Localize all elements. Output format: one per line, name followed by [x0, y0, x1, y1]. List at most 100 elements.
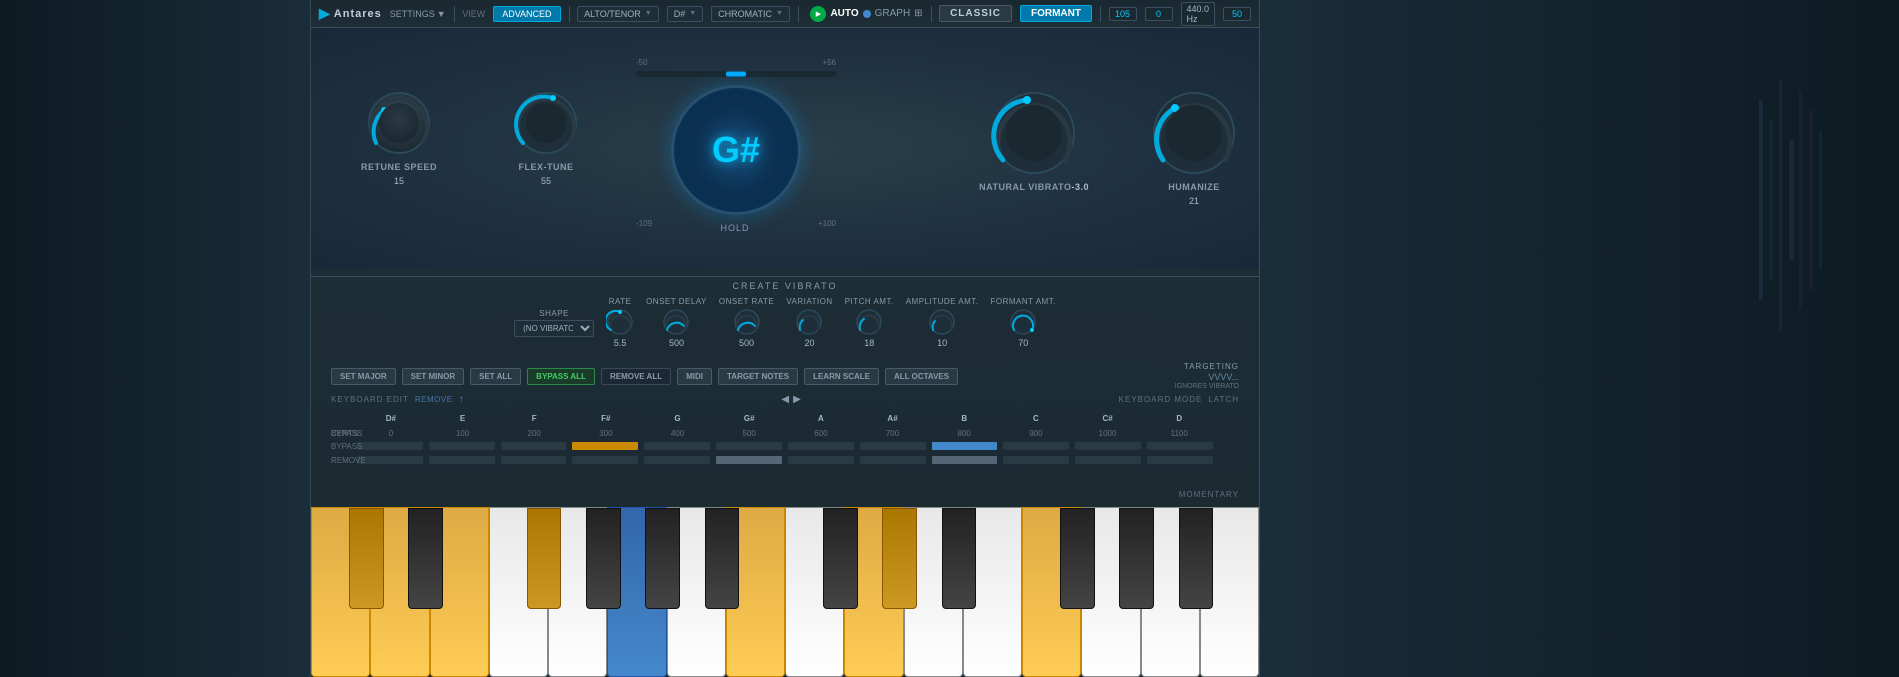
- bypass-2[interactable]: [501, 442, 567, 450]
- retune-speed-knob-wrapper: RETUNE SPEED 15: [361, 88, 437, 186]
- logo-text: Antares: [334, 8, 382, 20]
- vibrato-pitch-amt-control: PITCH AMT. 18: [845, 297, 894, 348]
- black-key-4[interactable]: [645, 508, 679, 609]
- white-key-8[interactable]: [785, 507, 844, 677]
- formant-amt-knob[interactable]: [1009, 308, 1037, 336]
- bypass-6[interactable]: [788, 442, 854, 450]
- remove-6[interactable]: [788, 456, 854, 464]
- bypass-7[interactable]: [860, 442, 926, 450]
- remove-7[interactable]: [860, 456, 926, 464]
- bypass-5[interactable]: [716, 442, 782, 450]
- flex-tune-value: 55: [541, 176, 551, 186]
- settings-button[interactable]: SETTINGS ▼: [390, 9, 446, 19]
- white-key-0[interactable]: [311, 507, 370, 677]
- target-notes-button[interactable]: TARGET NOTES: [718, 368, 798, 385]
- bypass-0[interactable]: [357, 442, 423, 450]
- remove-1[interactable]: [429, 456, 495, 464]
- midi-button[interactable]: MIDI: [677, 368, 712, 385]
- amplitude-amt-knob[interactable]: [928, 308, 956, 336]
- set-major-button[interactable]: SET MAJOR: [331, 368, 396, 385]
- view-label: VIEW: [462, 9, 485, 19]
- scale-dropdown-icon: ▼: [776, 10, 783, 17]
- input-type-dropdown-icon: ▼: [645, 10, 652, 17]
- black-key-9[interactable]: [1060, 508, 1094, 609]
- remove-2[interactable]: [501, 456, 567, 464]
- auto-indicator: [863, 10, 871, 18]
- tab-advanced[interactable]: ADVANCED: [493, 6, 560, 22]
- black-key-7[interactable]: [882, 508, 916, 609]
- vibrato-rate-control: RATE 5.5: [606, 297, 634, 348]
- black-key-10[interactable]: [1119, 508, 1153, 609]
- pitch-amt-label: PITCH AMT.: [845, 297, 894, 306]
- nav-left-button[interactable]: ◀: [781, 394, 789, 405]
- remove-4[interactable]: [644, 456, 710, 464]
- bypass-8[interactable]: [932, 442, 998, 450]
- note-label-0: D#: [355, 414, 427, 423]
- separator-4: [931, 6, 932, 22]
- header-knob1-value: 105: [1109, 7, 1137, 21]
- remove-9[interactable]: [1003, 456, 1069, 464]
- keyboard-remove-button[interactable]: REMOVE: [415, 395, 453, 404]
- header-hz-value: 440.0 Hz: [1181, 2, 1216, 26]
- bypass-row: BYPASS: [311, 440, 1259, 452]
- white-key-12[interactable]: [1022, 507, 1081, 677]
- classic-button[interactable]: CLASSIC: [939, 5, 1012, 22]
- white-key-3[interactable]: [489, 507, 548, 677]
- plugin-container: ▶ Antares SETTINGS ▼ VIEW ADVANCED ALTO/…: [310, 0, 1260, 677]
- onset-rate-knob[interactable]: [733, 308, 761, 336]
- formant-amt-label: FORMANT AMT.: [991, 297, 1056, 306]
- shape-dropdown[interactable]: (NO VIBRATO): [514, 320, 594, 337]
- keyboard-edit-label: KEYBOARD EDIT: [331, 395, 409, 404]
- bypass-3[interactable]: [572, 442, 638, 450]
- pitch-amt-knob[interactable]: [855, 308, 883, 336]
- humanize-knob[interactable]: [1149, 88, 1239, 178]
- remove-0[interactable]: [357, 456, 423, 464]
- natural-vibrato-knob[interactable]: [989, 88, 1079, 178]
- remove-8[interactable]: [932, 456, 998, 464]
- pitch-plus56: +56: [822, 58, 836, 67]
- rate-value: 5.5: [614, 338, 627, 348]
- black-key-2[interactable]: [527, 508, 561, 609]
- play-button[interactable]: ▶: [810, 6, 826, 22]
- nav-right-button[interactable]: ▶: [793, 394, 801, 405]
- rate-knob[interactable]: [606, 308, 634, 336]
- black-key-11[interactable]: [1179, 508, 1213, 609]
- black-key-3[interactable]: [586, 508, 620, 609]
- all-octaves-button[interactable]: ALL OCTAVES: [885, 368, 958, 385]
- black-key-1[interactable]: [408, 508, 442, 609]
- onset-delay-knob[interactable]: [662, 308, 690, 336]
- scale-dropdown[interactable]: CHROMATIC ▼: [711, 6, 790, 22]
- pitch-circle[interactable]: G#: [671, 85, 801, 215]
- shape-label: SHAPE: [539, 309, 569, 318]
- flex-tune-knob[interactable]: [511, 88, 581, 158]
- antares-logo: ▶ Antares: [319, 5, 382, 22]
- create-vibrato-title: CREATE VIBRATO: [331, 281, 1239, 291]
- remove-11[interactable]: [1147, 456, 1213, 464]
- learn-scale-button[interactable]: LEARN SCALE: [804, 368, 879, 385]
- retune-speed-knob[interactable]: [364, 88, 434, 158]
- remove-10[interactable]: [1075, 456, 1141, 464]
- bypass-row-label: BYPASS: [331, 442, 362, 451]
- bypass-1[interactable]: [429, 442, 495, 450]
- set-minor-button[interactable]: SET MINOR: [402, 368, 464, 385]
- input-type-dropdown[interactable]: ALTO/TENOR ▼: [577, 6, 659, 22]
- black-key-6[interactable]: [823, 508, 857, 609]
- key-dropdown[interactable]: D# ▼: [667, 6, 703, 22]
- bypass-11[interactable]: [1147, 442, 1213, 450]
- flex-tune-knob-wrapper: FLEX-TUNE 55: [511, 88, 581, 186]
- vibrato-onset-delay-control: ONSET DELAY 500: [646, 297, 707, 348]
- remove-3[interactable]: [572, 456, 638, 464]
- bypass-4[interactable]: [644, 442, 710, 450]
- remove-5[interactable]: [716, 456, 782, 464]
- black-key-0[interactable]: [349, 508, 383, 609]
- remove-all-button[interactable]: REMOVE ALL: [601, 368, 671, 385]
- bypass-all-button[interactable]: BYPASS ALL: [527, 368, 595, 385]
- variation-knob[interactable]: [795, 308, 823, 336]
- retune-speed-value: 15: [394, 176, 404, 186]
- set-all-button[interactable]: SET ALL: [470, 368, 521, 385]
- bypass-9[interactable]: [1003, 442, 1069, 450]
- bypass-10[interactable]: [1075, 442, 1141, 450]
- black-key-8[interactable]: [942, 508, 976, 609]
- formant-button[interactable]: FORMANT: [1020, 5, 1092, 22]
- black-key-5[interactable]: [705, 508, 739, 609]
